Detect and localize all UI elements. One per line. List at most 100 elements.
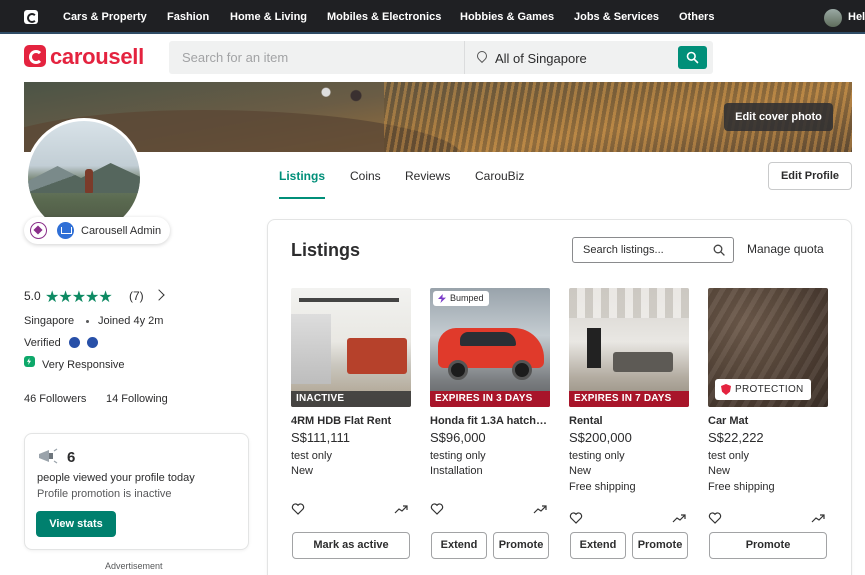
bumped-badge: Bumped [433,291,489,306]
mark-as-active-button[interactable]: Mark as active [292,532,410,559]
email-verified-icon [69,337,80,348]
category-hobbies-games[interactable]: Hobbies & Games [460,11,554,23]
site-header: carousell All of Singapore [0,36,865,82]
admin-badge-label: Carousell Admin [81,225,162,237]
listing-status-banner: EXPIRES IN 7 DAYS [569,391,689,407]
profile-joined: Joined 4y 2m [98,315,164,327]
extend-button[interactable]: Extend [570,532,626,559]
category-fashion[interactable]: Fashion [167,11,209,23]
listing-detail: Free shipping [569,481,636,493]
profile-views-count: 6 [67,449,76,466]
listing-title[interactable]: Car Mat [708,415,828,427]
carousell-logo-icon[interactable] [24,45,46,67]
search-input[interactable] [169,41,464,74]
trending-icon[interactable] [672,512,686,524]
profile-location: Singapore [24,315,75,327]
edit-profile-button[interactable]: Edit Profile [768,162,852,190]
heart-icon[interactable] [708,511,722,525]
search-button[interactable] [678,46,707,69]
listing-detail: Installation [430,465,483,477]
listing-detail: testing only [569,450,625,462]
profile-views-text: people viewed your profile today [37,472,195,484]
diamond-badge-icon [30,222,47,239]
crown-badge-icon [57,222,74,239]
listing-detail: Free shipping [708,481,775,493]
heart-icon[interactable] [291,502,305,516]
category-cars-property[interactable]: Cars & Property [63,11,147,23]
tab-coins[interactable]: Coins [350,169,381,183]
listing-price: S$22,222 [708,430,764,445]
user-avatar[interactable] [824,9,842,27]
listing-detail: test only [291,450,332,462]
responsiveness-label: Very Responsive [42,359,125,371]
phone-verified-icon [87,337,98,348]
megaphone-icon [39,448,58,464]
profile-stats-card: 6 people viewed your profile today Profi… [24,433,249,550]
trending-icon[interactable] [394,503,408,515]
lightning-icon [24,356,35,367]
search-icon [686,51,699,64]
listing-image[interactable]: PROTECTION [708,288,828,407]
listing-title[interactable]: 4RM HDB Flat Rent [291,415,411,427]
tab-caroubiz[interactable]: CarouBiz [475,169,524,183]
listing-status-banner: EXPIRES IN 3 DAYS [430,391,550,407]
search-divider [464,41,465,74]
listing-card[interactable]: Bumped EXPIRES IN 3 DAYS Honda fit 1.3A … [430,288,550,568]
promote-button[interactable]: Promote [493,532,549,559]
category-jobs-services[interactable]: Jobs & Services [574,11,659,23]
admin-badge: Carousell Admin [24,217,170,244]
protection-badge: PROTECTION [715,379,811,400]
advertisement-label: Advertisement [105,561,163,571]
rating-score: 5.0 [24,289,41,303]
listing-card[interactable]: PROTECTION Car Mat S$22,222 test only Ne… [708,288,828,568]
trending-icon[interactable] [811,512,825,524]
category-bar: Cars & Property Fashion Home & Living Mo… [0,0,865,34]
location-pin-icon [474,48,490,64]
following-link[interactable]: 14 Following [106,393,168,405]
heart-icon[interactable] [430,502,444,516]
active-tab-indicator [279,197,325,199]
heart-icon[interactable] [569,511,583,525]
listing-title[interactable]: Honda fit 1.3A hatchback [430,415,550,427]
followers-link[interactable]: 46 Followers [24,393,86,405]
listing-image[interactable]: EXPIRES IN 7 DAYS [569,288,689,407]
search-bar: All of Singapore [169,41,713,74]
rating-count[interactable]: (7) [129,289,144,303]
view-stats-button[interactable]: View stats [36,511,116,537]
user-name[interactable]: Hel [848,11,865,23]
search-icon[interactable] [713,244,725,256]
listing-card[interactable]: INACTIVE 4RM HDB Flat Rent S$111,111 tes… [291,288,411,568]
listing-image[interactable]: INACTIVE [291,288,411,407]
listing-status-banner: INACTIVE [291,391,411,407]
tab-listings[interactable]: Listings [279,169,325,183]
listing-price: S$111,111 [291,430,351,445]
carousell-logo-text[interactable]: carousell [50,44,144,70]
chevron-right-icon[interactable] [153,289,165,301]
listing-price: S$200,000 [569,430,632,445]
promote-button[interactable]: Promote [709,532,827,559]
trending-icon[interactable] [533,503,547,515]
manage-quota-link[interactable]: Manage quota [747,242,824,256]
category-home-living[interactable]: Home & Living [230,11,307,23]
listing-image[interactable]: Bumped EXPIRES IN 3 DAYS [430,288,550,407]
listing-price: S$96,000 [430,430,486,445]
promote-button[interactable]: Promote [632,532,688,559]
listing-detail: test only [708,450,749,462]
search-listings-box [572,237,734,263]
tab-reviews[interactable]: Reviews [405,169,450,183]
listing-detail: testing only [430,450,486,462]
category-others[interactable]: Others [679,11,714,23]
separator-dot [86,320,89,323]
promotion-status-text: Profile promotion is inactive [37,488,172,500]
location-selector[interactable]: All of Singapore [495,51,587,66]
extend-button[interactable]: Extend [431,532,487,559]
listing-card[interactable]: EXPIRES IN 7 DAYS Rental S$200,000 testi… [569,288,689,568]
listings-title: Listings [291,240,361,260]
category-mobiles-electronics[interactable]: Mobiles & Electronics [327,11,441,23]
rating-stars: ★★★★★ [45,289,113,306]
listing-title[interactable]: Rental [569,415,689,427]
edit-cover-photo-button[interactable]: Edit cover photo [724,103,833,131]
carousell-home-icon[interactable] [24,10,38,24]
listing-detail: New [708,465,731,477]
search-listings-input[interactable] [573,238,703,262]
